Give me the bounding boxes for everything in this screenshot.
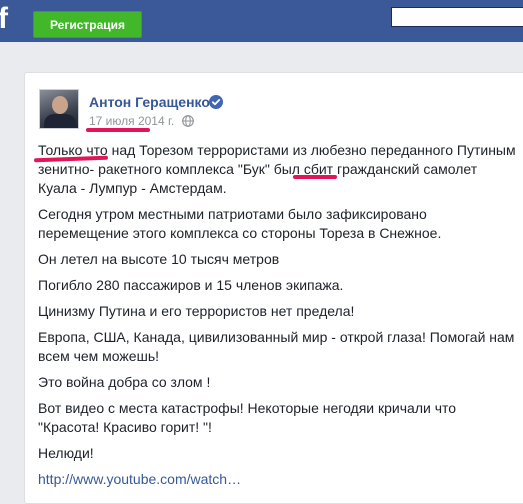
post-paragraph-9: Нелюди! xyxy=(38,445,94,461)
facebook-logo[interactable]: f xyxy=(0,4,12,34)
post-date[interactable]: 17 июля 2014 г. xyxy=(89,114,174,128)
post-paragraph-8: Вот видео с места катастрофы! Некоторые … xyxy=(38,400,457,435)
author-avatar[interactable] xyxy=(39,89,79,129)
post-paragraph-4: Погибло 280 пассажиров и 15 членов экипа… xyxy=(38,277,344,293)
verified-badge-icon xyxy=(209,95,223,109)
post-paragraph-3: Он летел на высоте 10 тысяч метров xyxy=(38,251,280,267)
post-paragraph-2: Сегодня утром местными патриотами было з… xyxy=(38,206,442,241)
post-paragraph-5: Цинизму Путина и его террористов нет пре… xyxy=(38,303,355,319)
author-name[interactable]: Антон Геращенко xyxy=(89,94,210,110)
post-paragraph-1: Только что над Торезом террористами из л… xyxy=(38,141,518,198)
avatar-suit xyxy=(44,114,76,128)
post-paragraph-link: http://www.youtube.com/watch… xyxy=(38,470,518,489)
register-button[interactable]: Регистрация xyxy=(33,11,142,38)
post-paragraph-7: Это война добра со злом ! xyxy=(38,374,211,390)
date-highlight-underline xyxy=(86,128,150,132)
avatar-head xyxy=(52,96,68,114)
search-input[interactable] xyxy=(391,7,523,27)
globe-icon xyxy=(182,115,194,127)
top-navigation-bar: f Регистрация xyxy=(0,0,523,42)
post-text: Только что над Торезом террористами из л… xyxy=(38,141,518,496)
video-link[interactable]: http://www.youtube.com/watch… xyxy=(38,471,241,487)
buk-phrase: "Бук" xyxy=(237,161,270,177)
buk-highlight-underline xyxy=(293,175,337,179)
post-paragraph-6: Европа, США, Канада, цивилизованный мир … xyxy=(38,329,515,364)
